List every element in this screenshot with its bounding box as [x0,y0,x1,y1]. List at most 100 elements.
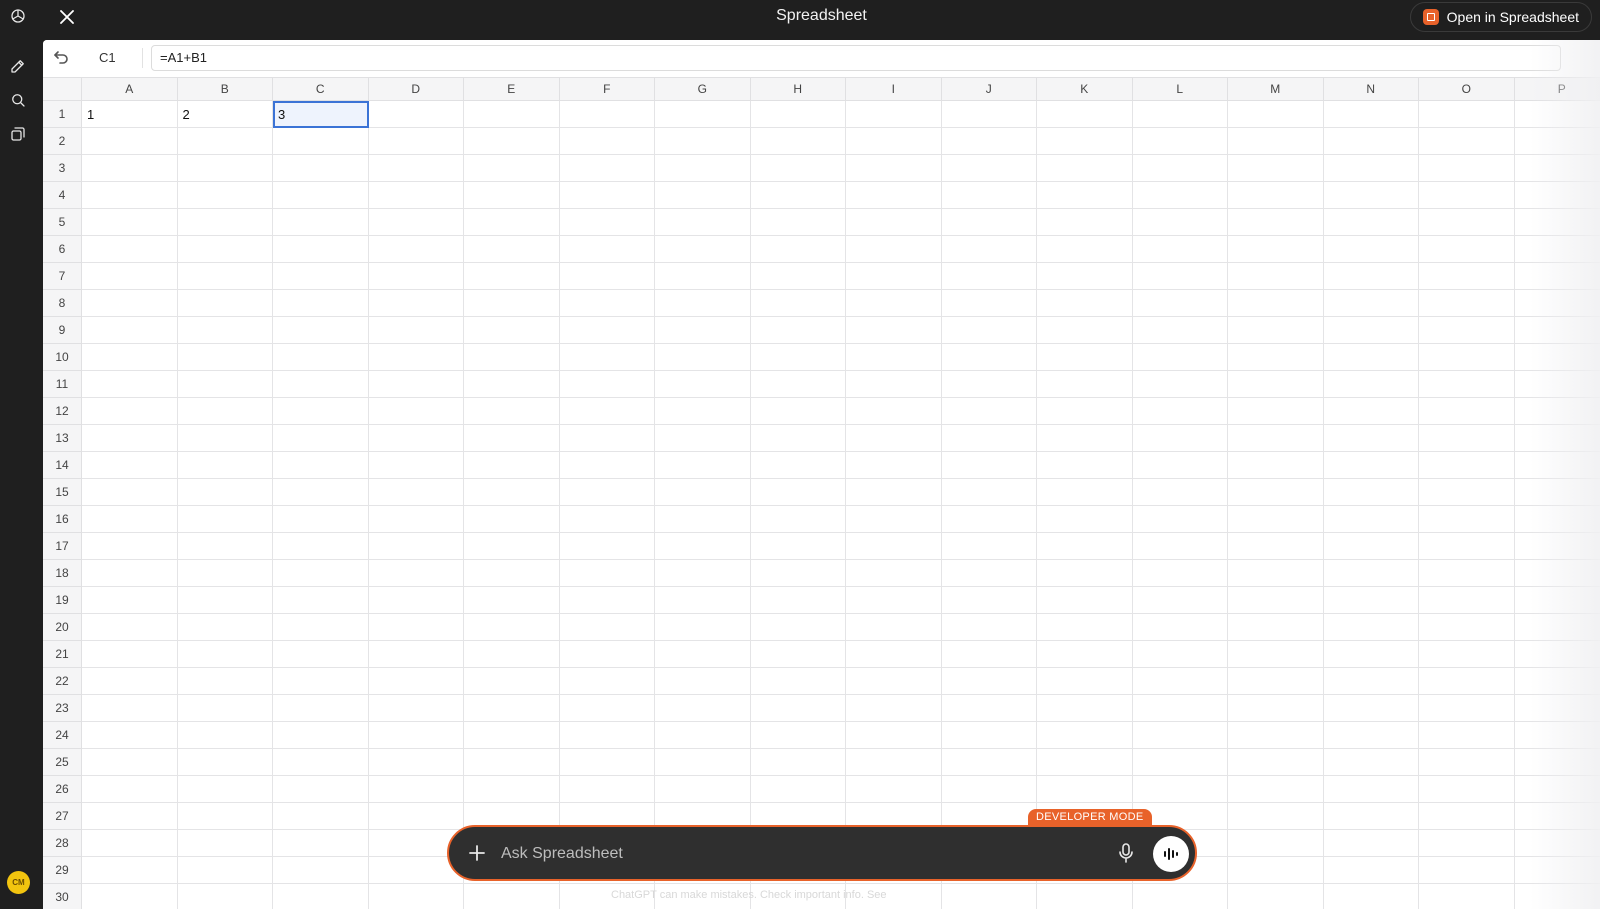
row-header-5[interactable]: 5 [43,209,82,236]
window-title: Spreadsheet [776,7,867,24]
scroll-fade [1530,40,1600,909]
column-header-i[interactable]: I [846,77,942,101]
row-header-20[interactable]: 20 [43,614,82,641]
cell-a1[interactable]: 1 [82,101,178,128]
disclaimer-text: ChatGPT can make mistakes. Check importa… [611,889,887,901]
row-gridline [82,721,1600,722]
row-header-16[interactable]: 16 [43,506,82,533]
plus-icon [469,845,485,861]
column-header-k[interactable]: K [1037,77,1133,101]
microphone-icon [1119,843,1133,863]
select-all-corner[interactable] [43,77,82,101]
row-header-4[interactable]: 4 [43,182,82,209]
ask-input[interactable] [501,842,1061,866]
avatar[interactable]: CM [7,871,30,894]
row-header-26[interactable]: 26 [43,776,82,803]
microphone-button[interactable] [1117,843,1137,865]
open-button-label: Open in Spreadsheet [1446,9,1579,25]
row-header-2[interactable]: 2 [43,128,82,155]
row-header-27[interactable]: 27 [43,803,82,830]
divider [142,48,143,68]
row-header-3[interactable]: 3 [43,155,82,182]
column-header-g[interactable]: G [655,77,751,101]
row-gridline [82,559,1600,560]
column-header-f[interactable]: F [559,77,655,101]
waveform-icon [1164,848,1178,860]
row-gridline [82,154,1600,155]
row-gridline [82,424,1600,425]
add-attachment-button[interactable] [467,843,487,863]
cell-b1[interactable]: 2 [178,101,274,128]
row-header-30[interactable]: 30 [43,884,82,909]
column-header-e[interactable]: E [464,77,560,101]
column-header-n[interactable]: N [1323,77,1419,101]
row-header-8[interactable]: 8 [43,290,82,317]
column-header-p[interactable]: P [1514,77,1600,101]
row-gridline [82,748,1600,749]
formula-input[interactable]: =A1+B1 [151,45,1561,71]
row-header-6[interactable]: 6 [43,236,82,263]
row-header-23[interactable]: 23 [43,695,82,722]
column-header-m[interactable]: M [1228,77,1324,101]
row-header-15[interactable]: 15 [43,479,82,506]
column-header-d[interactable]: D [368,77,464,101]
row-gridline [82,289,1600,290]
column-header-o[interactable]: O [1419,77,1515,101]
row-header-25[interactable]: 25 [43,749,82,776]
row-gridline [82,694,1600,695]
undo-button[interactable] [53,49,71,67]
row-gridline [82,505,1600,506]
row-gridline [82,667,1600,668]
row-gridline [82,370,1600,371]
new-chat-icon[interactable] [8,56,28,76]
spreadsheet-app-icon [1422,9,1439,25]
row-gridline [82,586,1600,587]
library-icon[interactable] [8,124,28,144]
row-header-1[interactable]: 1 [43,101,82,128]
column-header-b[interactable]: B [177,77,273,101]
column-header-l[interactable]: L [1132,77,1228,101]
row-gridline [82,802,1600,803]
top-bar: Spreadsheet Open in Spreadsheet [43,0,1600,40]
row-gridline [82,397,1600,398]
cell-reference[interactable]: C1 [99,50,116,65]
left-rail: CM [0,0,43,909]
row-header-18[interactable]: 18 [43,560,82,587]
row-gridline [82,883,1600,884]
row-header-28[interactable]: 28 [43,830,82,857]
row-gridline [82,532,1600,533]
row-gridline [82,343,1600,344]
cell-c1[interactable]: 3 [273,101,369,128]
row-gridline [82,640,1600,641]
row-header-17[interactable]: 17 [43,533,82,560]
row-header-10[interactable]: 10 [43,344,82,371]
row-header-21[interactable]: 21 [43,641,82,668]
column-header-c[interactable]: C [273,77,369,101]
row-header-14[interactable]: 14 [43,452,82,479]
chat-composer [447,825,1197,881]
row-gridline [82,262,1600,263]
row-header-19[interactable]: 19 [43,587,82,614]
row-gridline [82,613,1600,614]
row-gridline [82,775,1600,776]
row-gridline [82,208,1600,209]
row-header-22[interactable]: 22 [43,668,82,695]
search-icon[interactable] [8,90,28,110]
row-header-24[interactable]: 24 [43,722,82,749]
row-header-7[interactable]: 7 [43,263,82,290]
row-header-13[interactable]: 13 [43,425,82,452]
undo-icon [54,51,68,64]
formula-bar: C1 =A1+B1 [43,40,1600,76]
row-header-11[interactable]: 11 [43,371,82,398]
openai-logo-icon[interactable] [8,6,28,26]
row-header-9[interactable]: 9 [43,317,82,344]
row-header-12[interactable]: 12 [43,398,82,425]
column-header-a[interactable]: A [82,77,178,101]
row-gridline [82,181,1600,182]
open-in-spreadsheet-button[interactable]: Open in Spreadsheet [1409,2,1592,32]
column-header-h[interactable]: H [750,77,846,101]
voice-mode-button[interactable] [1153,836,1189,872]
row-gridline [82,235,1600,236]
column-header-j[interactable]: J [941,77,1037,101]
row-header-29[interactable]: 29 [43,857,82,884]
